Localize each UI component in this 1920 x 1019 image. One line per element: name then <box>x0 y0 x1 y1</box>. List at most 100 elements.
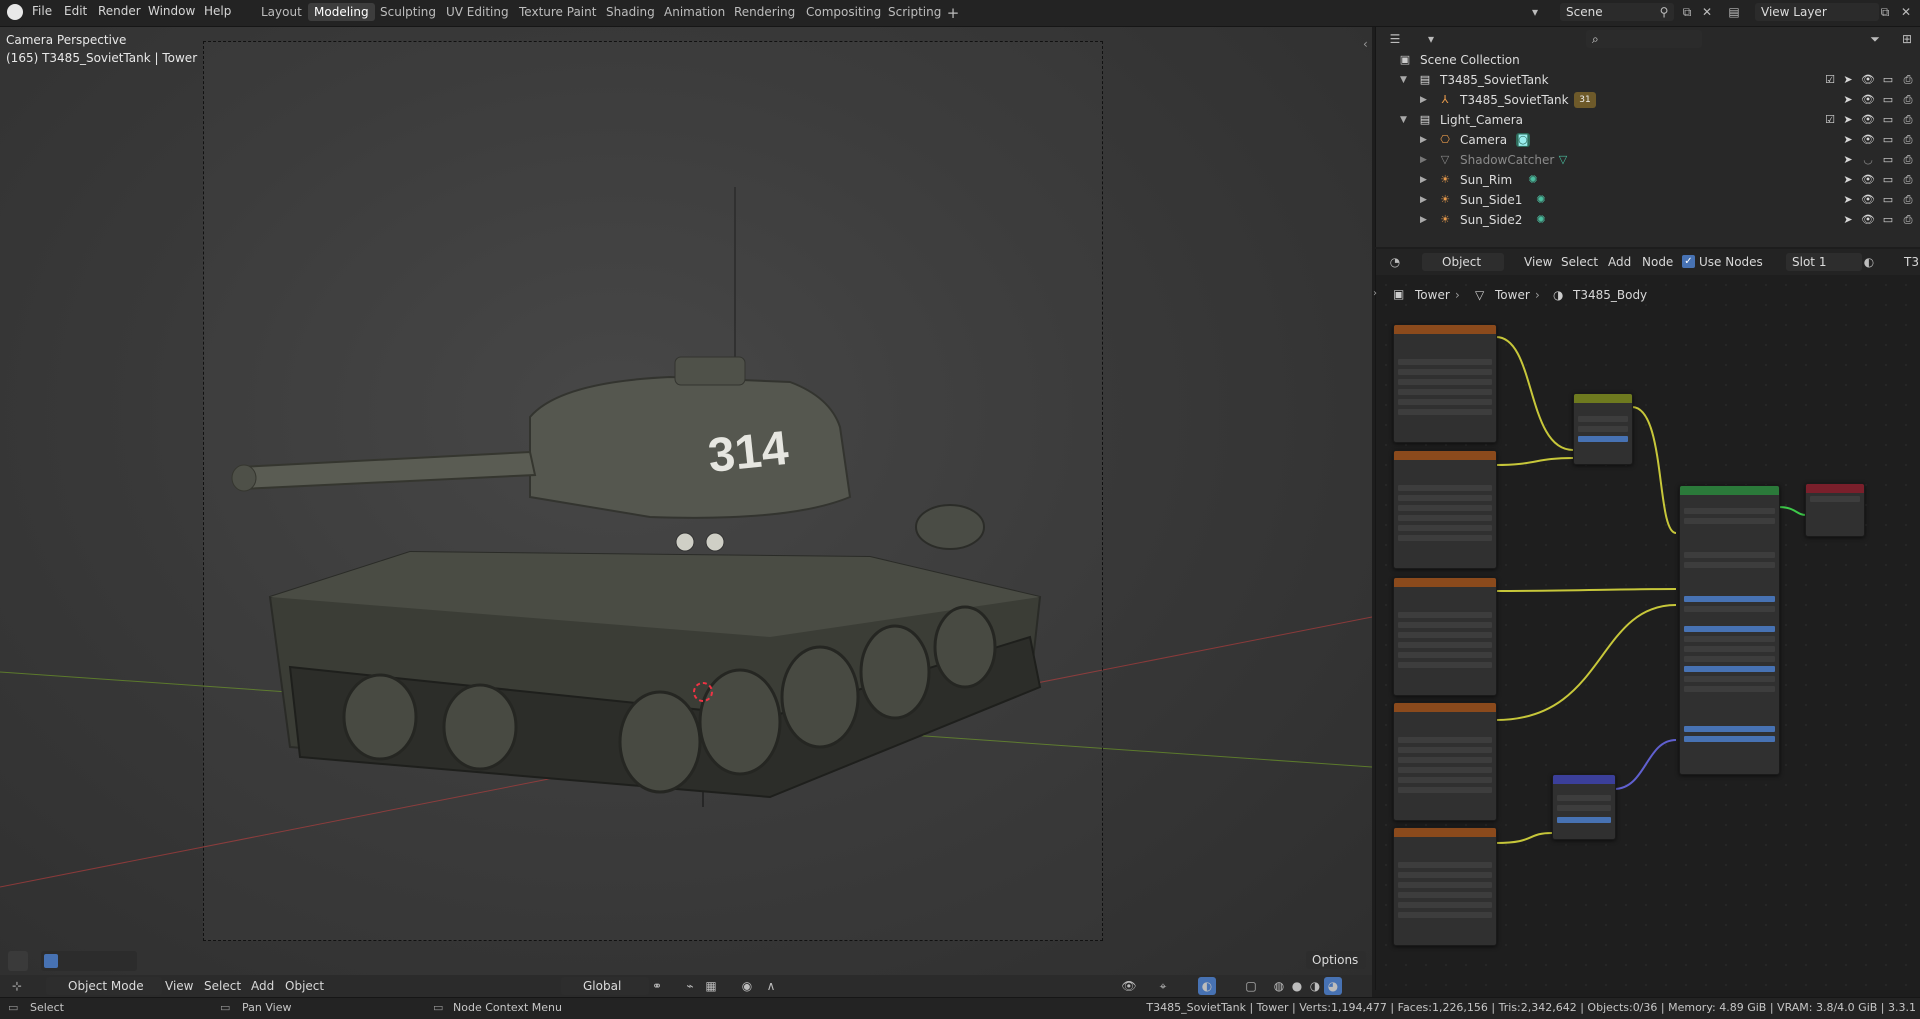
hide-viewport-icon[interactable]: 👁 <box>1860 92 1876 108</box>
menu-add[interactable]: Add <box>251 979 274 993</box>
tab-modeling[interactable]: Modeling <box>308 3 375 21</box>
expand-icon[interactable]: ▶ <box>1420 190 1427 210</box>
falloff-icon[interactable]: ∧ <box>762 977 780 995</box>
node-editor-type-icon[interactable]: ◔ <box>1386 253 1404 271</box>
menu-view[interactable]: View <box>165 979 193 993</box>
disable-render-icon[interactable]: ⎙ <box>1900 112 1916 128</box>
disable-viewport-icon[interactable]: ▭ <box>1880 152 1896 168</box>
selectable-icon[interactable]: ➤ <box>1840 132 1856 148</box>
select-mode-buttons[interactable] <box>41 951 137 971</box>
select-tool-icon[interactable] <box>8 951 28 971</box>
hide-viewport-icon[interactable]: 👁 <box>1860 212 1876 228</box>
use-nodes-checkbox[interactable]: ✓ <box>1682 255 1695 268</box>
disable-viewport-icon[interactable]: ▭ <box>1880 92 1896 108</box>
new-collection-icon[interactable]: ⊞ <box>1898 30 1916 48</box>
selectable-icon[interactable]: ➤ <box>1840 172 1856 188</box>
disable-render-icon[interactable]: ⎙ <box>1900 72 1916 88</box>
image-texture-node[interactable] <box>1393 702 1497 821</box>
tab-sculpting[interactable]: Sculpting <box>374 3 442 21</box>
menu-help[interactable]: Help <box>204 4 231 18</box>
image-texture-node[interactable] <box>1393 450 1497 569</box>
material-icon[interactable]: ◐ <box>1860 253 1878 271</box>
principled-bsdf-node[interactable] <box>1679 485 1780 775</box>
disable-viewport-icon[interactable]: ▭ <box>1880 132 1896 148</box>
material-output-node[interactable] <box>1805 483 1865 537</box>
tab-layout[interactable]: Layout <box>255 3 308 21</box>
exclude-checkbox-icon[interactable]: ☑ <box>1822 72 1838 88</box>
scene-collection-row[interactable]: ▣ Scene Collection <box>1376 50 1920 70</box>
expand-icon[interactable]: ▶ <box>1420 210 1427 230</box>
tab-rendering[interactable]: Rendering <box>728 3 801 21</box>
image-texture-node[interactable] <box>1393 827 1497 946</box>
menu-edit[interactable]: Edit <box>64 4 87 18</box>
options-dropdown[interactable]: Options <box>1306 951 1366 969</box>
node-menu-add[interactable]: Add <box>1608 255 1631 269</box>
rendered-shading-icon[interactable]: ◕ <box>1324 977 1342 995</box>
snap-increment-icon[interactable]: ▦ <box>702 977 720 995</box>
scene-icon[interactable]: ▾ <box>1526 3 1544 21</box>
view-layer-icon[interactable]: ▤ <box>1725 3 1743 21</box>
tank-model[interactable]: 314 <box>230 167 1050 807</box>
hide-viewport-icon[interactable]: 👁 <box>1860 172 1876 188</box>
selectable-icon[interactable]: ➤ <box>1840 92 1856 108</box>
sidebar-toggle-icon[interactable]: › <box>1373 288 1377 299</box>
mix-rgb-node[interactable] <box>1573 393 1633 465</box>
expand-icon[interactable]: ▶ <box>1420 170 1427 190</box>
mode-dropdown[interactable]: Object Mode <box>46 977 162 995</box>
hide-viewport-icon[interactable]: 👁 <box>1860 112 1876 128</box>
tab-compositing[interactable]: Compositing <box>800 3 887 21</box>
outliner-row[interactable]: ▶ ☀ Sun_Rim ✺ <box>1376 170 1920 190</box>
sun-light-icon[interactable]: ✺ <box>1534 213 1548 227</box>
disable-render-icon[interactable]: ⎙ <box>1900 192 1916 208</box>
sidebar-toggle-icon[interactable]: ‹ <box>1363 37 1368 51</box>
disable-viewport-icon[interactable]: ▭ <box>1880 192 1896 208</box>
selectable-icon[interactable]: ➤ <box>1840 192 1856 208</box>
disable-viewport-icon[interactable]: ▭ <box>1880 72 1896 88</box>
outliner-row[interactable]: ▶ ⎔ Camera ◙ <box>1376 130 1920 150</box>
selectable-icon[interactable]: ➤ <box>1840 72 1856 88</box>
disable-viewport-icon[interactable]: ▭ <box>1880 112 1896 128</box>
disable-render-icon[interactable]: ⎙ <box>1900 152 1916 168</box>
camera-data-icon[interactable]: ◙ <box>1516 133 1530 147</box>
normal-map-node[interactable] <box>1552 774 1616 840</box>
shader-node-editor[interactable] <box>1375 275 1920 990</box>
proportional-edit-icon[interactable]: ◉ <box>738 977 756 995</box>
new-scene-icon[interactable]: ⧉ <box>1678 3 1696 21</box>
menu-object[interactable]: Object <box>285 979 324 993</box>
outliner-row[interactable]: ▶ ▽ ShadowCatcher ▽ <box>1376 150 1920 170</box>
menu-window[interactable]: Window <box>148 4 195 18</box>
mesh-data-icon[interactable]: ▽ <box>1556 153 1570 167</box>
hide-viewport-icon[interactable]: 👁 <box>1860 72 1876 88</box>
selectable-icon[interactable]: ➤ <box>1840 152 1856 168</box>
hide-viewport-icon[interactable]: 👁 <box>1860 132 1876 148</box>
editor-type-icon[interactable]: ⊹ <box>8 977 26 995</box>
expand-icon[interactable]: ▶ <box>1420 130 1427 150</box>
selectable-icon[interactable]: ➤ <box>1840 112 1856 128</box>
snap-icon[interactable]: ⌁ <box>681 977 699 995</box>
3d-viewport[interactable]: Camera Perspective (165) T3485_SovietTan… <box>0 27 1372 990</box>
sun-light-icon[interactable]: ✺ <box>1534 193 1548 207</box>
xray-icon[interactable]: ▢ <box>1242 977 1260 995</box>
solid-shading-icon[interactable]: ● <box>1288 977 1306 995</box>
menu-render[interactable]: Render <box>98 4 141 18</box>
collapse-icon[interactable]: ▼ <box>1400 70 1407 90</box>
view-layer-field[interactable]: View Layer <box>1755 3 1879 21</box>
node-menu-node[interactable]: Node <box>1642 255 1673 269</box>
hidden-viewport-icon[interactable]: ◡ <box>1860 152 1876 168</box>
node-menu-view[interactable]: View <box>1524 255 1552 269</box>
tab-animation[interactable]: Animation <box>658 3 731 21</box>
tab-scripting[interactable]: Scripting <box>882 3 947 21</box>
shader-type-dropdown[interactable]: Object <box>1422 253 1504 271</box>
add-workspace-icon[interactable]: + <box>944 4 962 22</box>
mesh-count-badge[interactable]: 31 <box>1574 92 1596 108</box>
menu-file[interactable]: File <box>32 4 52 18</box>
outliner-editor-type-icon[interactable]: ☰ <box>1386 30 1404 48</box>
menu-select[interactable]: Select <box>204 979 241 993</box>
image-texture-node[interactable] <box>1393 577 1497 696</box>
material-shading-icon[interactable]: ◑ <box>1306 977 1324 995</box>
disable-render-icon[interactable]: ⎙ <box>1900 172 1916 188</box>
exclude-checkbox-icon[interactable]: ☑ <box>1822 112 1838 128</box>
tab-uv-editing[interactable]: UV Editing <box>440 3 515 21</box>
material-name-truncated[interactable]: T3 <box>1904 255 1919 269</box>
disable-viewport-icon[interactable]: ▭ <box>1880 212 1896 228</box>
